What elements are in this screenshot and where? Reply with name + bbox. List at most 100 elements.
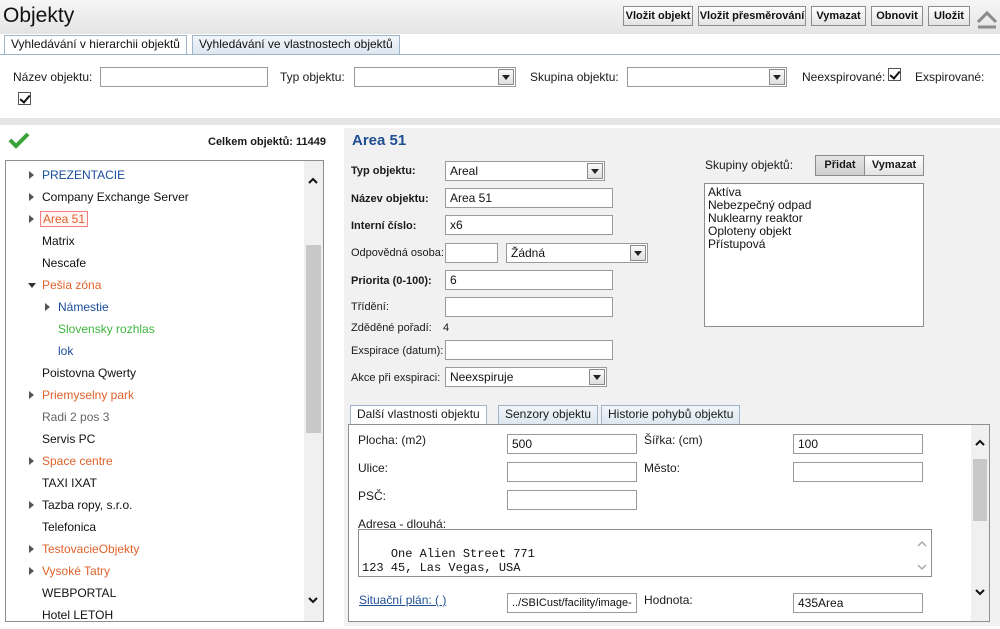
address-textarea[interactable]: One Alien Street 771 123 45, Las Vegas, … <box>358 529 932 577</box>
delete-group-button[interactable]: Vymazat <box>864 155 924 176</box>
delete-button[interactable]: Vymazat <box>811 6 866 26</box>
responsible-person-select[interactable]: Žádná <box>506 243 648 263</box>
tree-scroll-thumb[interactable] <box>306 245 321 433</box>
tree-item[interactable]: Nescafe <box>6 253 302 273</box>
properties-scroll-thumb[interactable] <box>973 459 987 521</box>
tree-item[interactable]: Poistovna Qwerty <box>6 363 302 383</box>
filter-type-select[interactable] <box>354 67 516 87</box>
tree-item[interactable]: Matrix <box>6 231 302 251</box>
filter-type-label: Typ objektu: <box>280 70 345 84</box>
nonexpired-label: Neexspirované: <box>802 70 886 84</box>
collapsed-triangle-icon[interactable] <box>29 545 34 553</box>
tree-item[interactable]: lok <box>6 341 302 361</box>
priority-label: Priorita (0-100): <box>351 275 432 287</box>
object-tree[interactable]: PREZENTACIE Company Exchange Server Area 5… <box>5 160 324 622</box>
collapsed-triangle-icon[interactable] <box>45 303 50 311</box>
tree-item[interactable]: Area 51 <box>6 209 302 229</box>
refresh-button[interactable]: Obnovit <box>871 6 923 26</box>
expiry-action-select[interactable]: Neexspiruje <box>445 367 607 387</box>
properties-scrollbar[interactable] <box>971 425 989 621</box>
tree-item[interactable]: TestovacieObjekty <box>6 539 302 559</box>
type-select[interactable]: Areal <box>445 161 605 181</box>
collapsed-triangle-icon[interactable] <box>29 567 34 575</box>
filter-group-select[interactable] <box>627 67 787 87</box>
tab-hierarchy-search[interactable]: Vyhledávání v hierarchii objektů <box>4 35 187 55</box>
city-label: Město: <box>644 461 681 475</box>
area-input[interactable]: 500 <box>507 434 637 454</box>
tab-more-properties[interactable]: Další vlastnosti objektu <box>350 405 487 425</box>
tree-item[interactable]: TAXI IXAT <box>6 473 302 493</box>
tree-item-label: Pešia zóna <box>42 278 102 292</box>
tree-item-label: PREZENTACIE <box>42 168 126 182</box>
priority-input[interactable]: 6 <box>445 270 613 290</box>
collapsed-triangle-icon[interactable] <box>29 193 34 201</box>
responsible-person-code-input[interactable] <box>445 243 498 263</box>
tree-item[interactable]: Servis PC <box>6 429 302 449</box>
expired-checkbox[interactable] <box>18 92 31 105</box>
tree-item[interactable]: PREZENTACIE <box>6 165 302 185</box>
street-input[interactable] <box>507 462 637 482</box>
tree-item-label: lok <box>58 344 74 358</box>
tree-item[interactable]: Námestie <box>6 297 302 317</box>
tree-item[interactable]: Priemyselny park <box>6 385 302 405</box>
tree-item-label: Company Exchange Server <box>42 190 189 204</box>
chevron-up-icon[interactable] <box>917 540 927 548</box>
collapsed-triangle-icon[interactable] <box>29 215 34 223</box>
tree-item-label: Servis PC <box>42 432 96 446</box>
responsible-person-value: Žádná <box>511 246 546 260</box>
insert-redirect-button[interactable]: Vložit přesměrování <box>698 6 806 26</box>
name-label: Název objektu: <box>351 193 429 205</box>
expiry-input[interactable] <box>445 340 613 360</box>
width-input[interactable]: 100 <box>793 434 923 454</box>
object-title: Area 51 <box>352 132 407 149</box>
internal-number-input[interactable]: x6 <box>445 215 613 235</box>
tree-item-label: Radi 2 pos 3 <box>42 410 110 424</box>
expired-label: Exspirované: <box>915 70 985 84</box>
groups-list[interactable]: Aktíva Nebezpečný odpad Nuklearny reaktor O… <box>704 183 924 327</box>
collapsed-triangle-icon[interactable] <box>29 171 34 179</box>
situation-plan-input[interactable]: ../SBICust/facility/image- <box>507 593 637 613</box>
tree-item[interactable]: Space centre <box>6 451 302 471</box>
tree-item[interactable]: Vysoké Tatry <box>6 561 302 581</box>
chevron-down-icon[interactable] <box>975 587 985 597</box>
chevron-up-icon[interactable] <box>308 176 318 186</box>
save-button[interactable]: Uložit <box>928 6 970 26</box>
chevron-down-icon <box>498 69 514 85</box>
collapse-up-icon[interactable] <box>976 8 998 30</box>
checkmark-icon <box>8 132 30 149</box>
filter-name-input[interactable] <box>100 67 268 87</box>
tree-item[interactable]: Radi 2 pos 3 <box>6 407 302 427</box>
insert-object-button[interactable]: Vložit objekt <box>623 6 693 26</box>
collapsed-triangle-icon[interactable] <box>29 501 34 509</box>
tree-item[interactable]: Slovensky rozhlas <box>6 319 302 339</box>
zip-input[interactable] <box>507 490 637 510</box>
city-input[interactable] <box>793 462 923 482</box>
collapsed-triangle-icon[interactable] <box>29 391 34 399</box>
tree-scrollbar[interactable] <box>304 161 323 621</box>
tree-item[interactable]: Hotel LETOH <box>6 605 302 621</box>
chevron-down-icon[interactable] <box>917 563 927 571</box>
filter-group-label: Skupina objektu: <box>530 70 619 84</box>
add-group-button[interactable]: Přidat <box>815 155 865 176</box>
sort-input[interactable] <box>445 297 613 317</box>
nonexpired-checkbox[interactable] <box>888 68 901 81</box>
chevron-up-icon[interactable] <box>975 438 985 448</box>
tab-sensors[interactable]: Senzory objektu <box>498 405 599 424</box>
tree-item-label: Námestie <box>58 300 109 314</box>
expanded-triangle-icon[interactable] <box>28 283 36 288</box>
collapsed-triangle-icon[interactable] <box>29 457 34 465</box>
type-value: Areal <box>450 164 479 178</box>
situation-plan-link[interactable]: Situační plán: ( ) <box>359 593 446 607</box>
chevron-down-icon[interactable] <box>308 595 318 605</box>
page-title: Objekty <box>3 4 75 27</box>
tree-item[interactable]: WEBPORTAL <box>6 583 302 603</box>
tree-item[interactable]: Tazba ropy, s.r.o. <box>6 495 302 515</box>
tree-item[interactable]: Pešia zóna <box>6 275 302 295</box>
tree-item[interactable]: Telefonica <box>6 517 302 537</box>
group-item[interactable]: Přístupová <box>708 238 920 251</box>
tab-movement-history[interactable]: Historie pohybů objektu <box>601 405 741 424</box>
value-input[interactable]: 435Area <box>793 593 923 613</box>
name-input[interactable]: Area 51 <box>445 188 613 208</box>
tab-property-search[interactable]: Vyhledávání ve vlastnostech objektů <box>192 35 400 54</box>
tree-item[interactable]: Company Exchange Server <box>6 187 302 207</box>
